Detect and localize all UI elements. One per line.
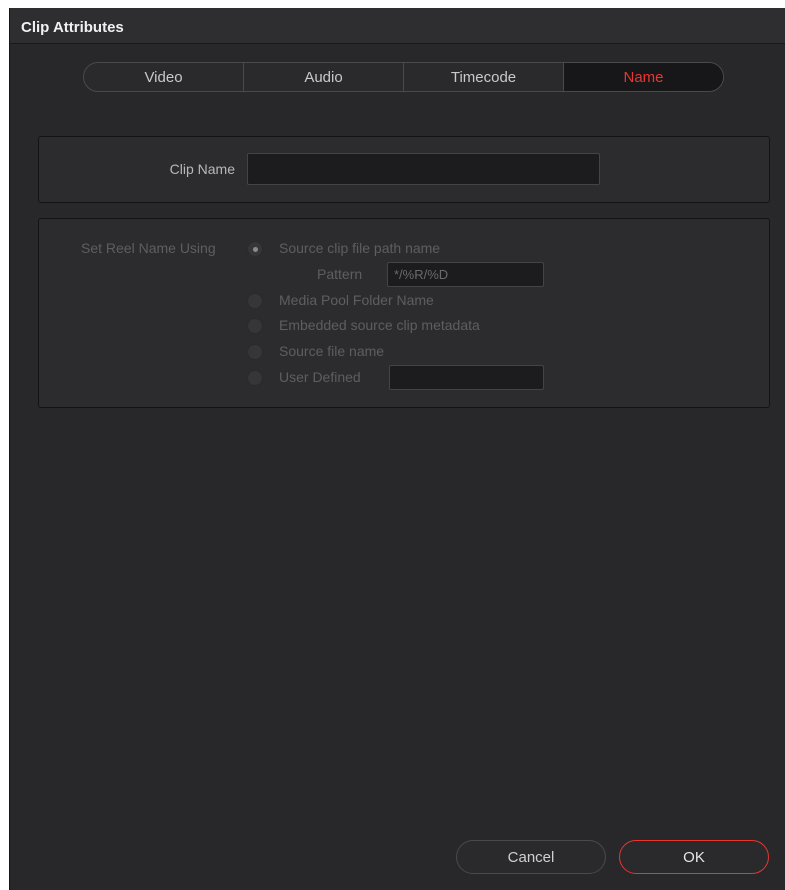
radio-user-defined[interactable]: [247, 370, 263, 386]
pattern-input[interactable]: */%R/%D: [387, 262, 544, 287]
clip-name-label: Clip Name: [169, 161, 235, 177]
option-source-clip-path-label: Source clip file path name: [279, 240, 441, 256]
radio-source-clip-path[interactable]: [247, 241, 263, 257]
tab-bar: Video Audio Timecode Name: [83, 62, 724, 92]
cancel-button[interactable]: Cancel: [456, 840, 606, 874]
option-source-file-name-label: Source file name: [279, 343, 385, 359]
window-title: Clip Attributes: [21, 19, 124, 36]
tab-audio[interactable]: Audio: [244, 63, 404, 91]
tab-timecode[interactable]: Timecode: [404, 63, 564, 91]
reel-name-panel: Set Reel Name Using Source clip file pat…: [38, 218, 770, 408]
tab-video[interactable]: Video: [84, 63, 244, 91]
radio-embedded-metadata[interactable]: [247, 318, 263, 334]
radio-source-file-name[interactable]: [247, 344, 263, 360]
pattern-label: Pattern: [317, 266, 363, 282]
radio-selected-dot: [253, 247, 258, 252]
option-embedded-metadata-label: Embedded source clip metadata: [279, 317, 480, 333]
option-user-defined-label: User Defined: [279, 369, 361, 385]
pattern-value: */%R/%D: [394, 267, 449, 282]
ok-button[interactable]: OK: [619, 840, 769, 874]
option-media-pool-folder-label: Media Pool Folder Name: [279, 292, 434, 308]
title-bar[interactable]: Clip Attributes: [10, 8, 785, 44]
clip-name-input[interactable]: [247, 153, 600, 185]
clip-attributes-window: Clip Attributes Video Audio Timecode Nam…: [9, 8, 785, 890]
clip-name-panel: Clip Name: [38, 136, 770, 203]
radio-media-pool-folder[interactable]: [247, 293, 263, 309]
reel-name-label: Set Reel Name Using: [81, 240, 216, 256]
tab-name[interactable]: Name: [564, 63, 723, 91]
user-defined-input[interactable]: [389, 365, 544, 390]
